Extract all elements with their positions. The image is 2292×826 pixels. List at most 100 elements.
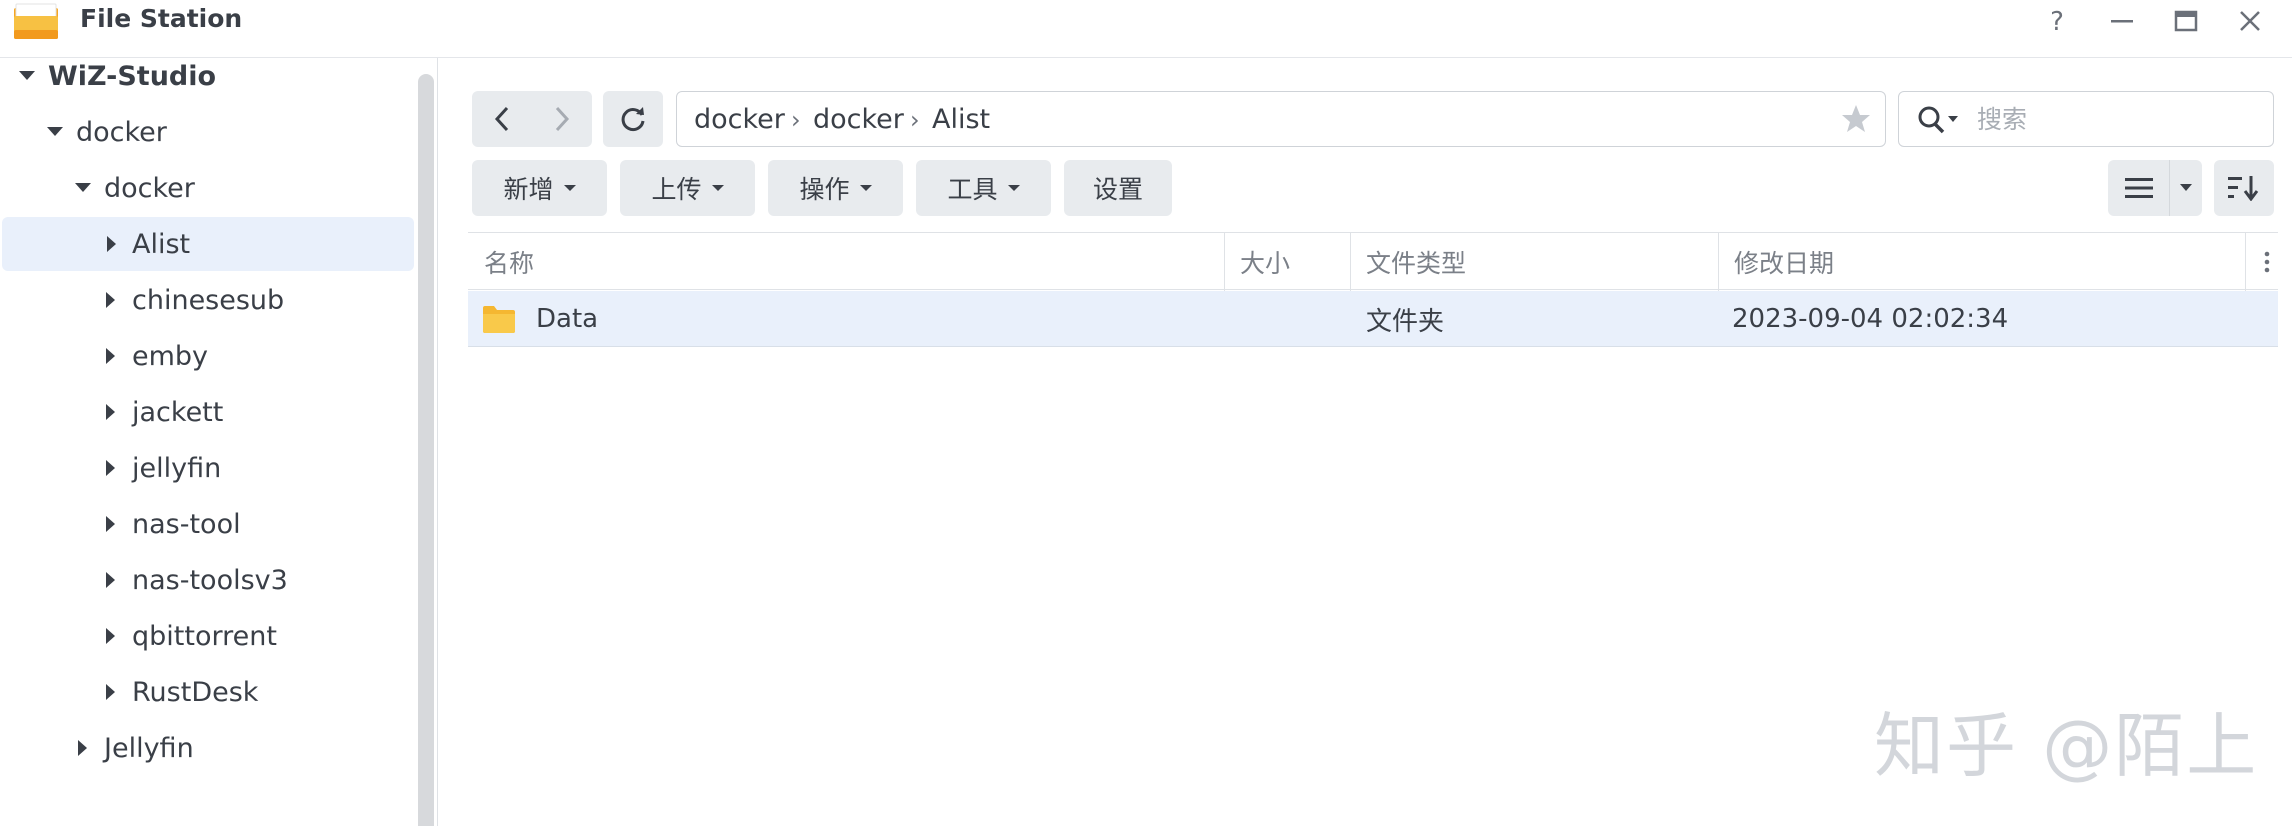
- breadcrumb-separator-icon: ›: [791, 106, 801, 134]
- tree-item-docker-sub[interactable]: docker: [0, 161, 414, 215]
- expanded-arrow-icon[interactable]: [73, 178, 93, 198]
- path-bar[interactable]: docker › docker › Alist: [676, 91, 1886, 147]
- tree-item-alist[interactable]: Alist: [2, 217, 414, 271]
- collapsed-arrow-icon[interactable]: [101, 458, 121, 478]
- tree-item-rustdesk[interactable]: RustDesk: [0, 665, 414, 719]
- watermark: 知乎 @陌上: [1874, 705, 2259, 787]
- help-button[interactable]: ?: [2036, 0, 2078, 42]
- tree-item-jellyfin[interactable]: jellyfin: [0, 441, 414, 495]
- favorite-star-icon[interactable]: [1841, 104, 1871, 134]
- search-box: [1898, 91, 2274, 147]
- sidebar-scrollbar[interactable]: [418, 74, 434, 826]
- table-row[interactable]: Data 文件夹 2023-09-04 02:02:34: [468, 291, 2278, 347]
- column-header-modified[interactable]: 修改日期: [1718, 233, 2246, 291]
- tree-item-nas-tool[interactable]: nas-tool: [0, 497, 414, 551]
- help-icon: ?: [2050, 8, 2064, 34]
- view-mode-control: [2108, 160, 2202, 216]
- chevron-down-icon: [2180, 184, 2192, 191]
- refresh-icon: [621, 107, 645, 131]
- action-button[interactable]: 操作: [768, 160, 903, 216]
- tree-item-label: nas-toolsv3: [132, 564, 288, 596]
- collapsed-arrow-icon[interactable]: [101, 514, 121, 534]
- dropdown-caret-icon: [711, 185, 724, 191]
- breadcrumb-item[interactable]: docker: [813, 104, 904, 135]
- search-input[interactable]: [1977, 100, 2257, 138]
- navigation-buttons: [472, 91, 592, 147]
- folder-icon: [483, 306, 515, 333]
- folder-tree-sidebar: WiZ-Studio docker docker Alist chinesesu…: [0, 58, 438, 826]
- tools-button[interactable]: 工具: [916, 160, 1051, 216]
- tree-item-jellyfin-folder[interactable]: Jellyfin: [0, 721, 414, 775]
- collapsed-arrow-icon[interactable]: [101, 346, 121, 366]
- more-options-icon[interactable]: [2262, 247, 2272, 277]
- back-button[interactable]: [472, 91, 532, 147]
- sort-icon: [2228, 176, 2259, 201]
- collapsed-arrow-icon[interactable]: [73, 738, 93, 758]
- refresh-button[interactable]: [603, 91, 663, 147]
- list-view-button[interactable]: [2108, 160, 2170, 216]
- settings-button-label: 设置: [1092, 175, 1143, 204]
- collapsed-arrow-icon[interactable]: [101, 626, 121, 646]
- list-view-icon: [2124, 178, 2153, 198]
- tree-item-label: jellyfin: [132, 452, 222, 484]
- close-button[interactable]: [2229, 0, 2271, 42]
- tree-item-wiz-studio[interactable]: WiZ-Studio: [0, 58, 414, 103]
- breadcrumb-current[interactable]: Alist: [932, 104, 990, 135]
- tree-item-label: emby: [132, 340, 209, 372]
- create-button-label: 新增: [503, 175, 554, 204]
- tree-item-qbittorrent[interactable]: qbittorrent: [0, 609, 414, 663]
- maximize-button[interactable]: [2165, 0, 2207, 42]
- search-icon[interactable]: [1917, 105, 1959, 135]
- dropdown-caret-icon: [1007, 185, 1020, 191]
- tree-item-chinesesub[interactable]: chinesesub: [0, 273, 414, 327]
- dropdown-caret-icon: [859, 185, 872, 191]
- tree-item-docker[interactable]: docker: [0, 105, 414, 159]
- tree-item-nas-toolsv3[interactable]: nas-toolsv3: [0, 553, 414, 607]
- tree-item-label: WiZ-Studio: [48, 60, 217, 92]
- breadcrumb-item[interactable]: docker: [694, 104, 785, 135]
- breadcrumb-separator-icon: ›: [910, 106, 920, 134]
- tree-item-label: docker: [76, 116, 167, 148]
- collapsed-arrow-icon[interactable]: [101, 402, 121, 422]
- maximize-icon: [2174, 10, 2198, 32]
- title-bar: File Station ?: [0, 0, 2292, 58]
- file-list-header: 名称 大小 文件类型 修改日期: [468, 232, 2278, 291]
- collapsed-arrow-icon[interactable]: [101, 682, 121, 702]
- file-name: Data: [536, 304, 599, 334]
- tree-item-jackett[interactable]: jackett: [0, 385, 414, 439]
- tree-item-emby[interactable]: emby: [0, 329, 414, 383]
- column-divider[interactable]: [2245, 233, 2246, 291]
- collapsed-arrow-icon[interactable]: [101, 570, 121, 590]
- collapsed-arrow-icon[interactable]: [101, 290, 121, 310]
- tree-item-label: nas-tool: [132, 508, 241, 540]
- expanded-arrow-icon[interactable]: [17, 66, 37, 86]
- view-mode-dropdown[interactable]: [2170, 160, 2202, 216]
- column-header-size[interactable]: 大小: [1224, 233, 1350, 291]
- tree-item-label: qbittorrent: [132, 620, 277, 652]
- upload-button-label: 上传: [651, 175, 702, 204]
- file-modified-date: 2023-09-04 02:02:34: [1732, 304, 2009, 334]
- upload-button[interactable]: 上传: [620, 160, 755, 216]
- minimize-button[interactable]: [2101, 0, 2143, 42]
- tree-item-label: Jellyfin: [104, 732, 194, 764]
- column-header-type[interactable]: 文件类型: [1350, 233, 1718, 291]
- tree-item-label: RustDesk: [132, 676, 259, 708]
- settings-button[interactable]: 设置: [1064, 160, 1172, 216]
- sort-button[interactable]: [2214, 160, 2274, 216]
- tree-item-label: chinesesub: [132, 284, 285, 316]
- tools-button-label: 工具: [947, 175, 998, 204]
- tree-item-label: docker: [104, 172, 195, 204]
- expanded-arrow-icon[interactable]: [45, 122, 65, 142]
- column-header-name[interactable]: 名称: [468, 233, 1224, 291]
- file-station-app-icon: [14, 3, 58, 39]
- collapsed-arrow-icon[interactable]: [102, 234, 122, 254]
- action-button-label: 操作: [799, 175, 850, 204]
- tree-item-label: Alist: [132, 228, 191, 260]
- dropdown-caret-icon: [563, 185, 576, 191]
- create-button[interactable]: 新增: [472, 160, 607, 216]
- back-arrow-icon: [494, 106, 509, 132]
- file-type: 文件夹: [1366, 306, 1445, 337]
- window-title: File Station: [80, 4, 243, 33]
- tree-item-label: jackett: [132, 396, 224, 428]
- forward-button[interactable]: [532, 91, 592, 147]
